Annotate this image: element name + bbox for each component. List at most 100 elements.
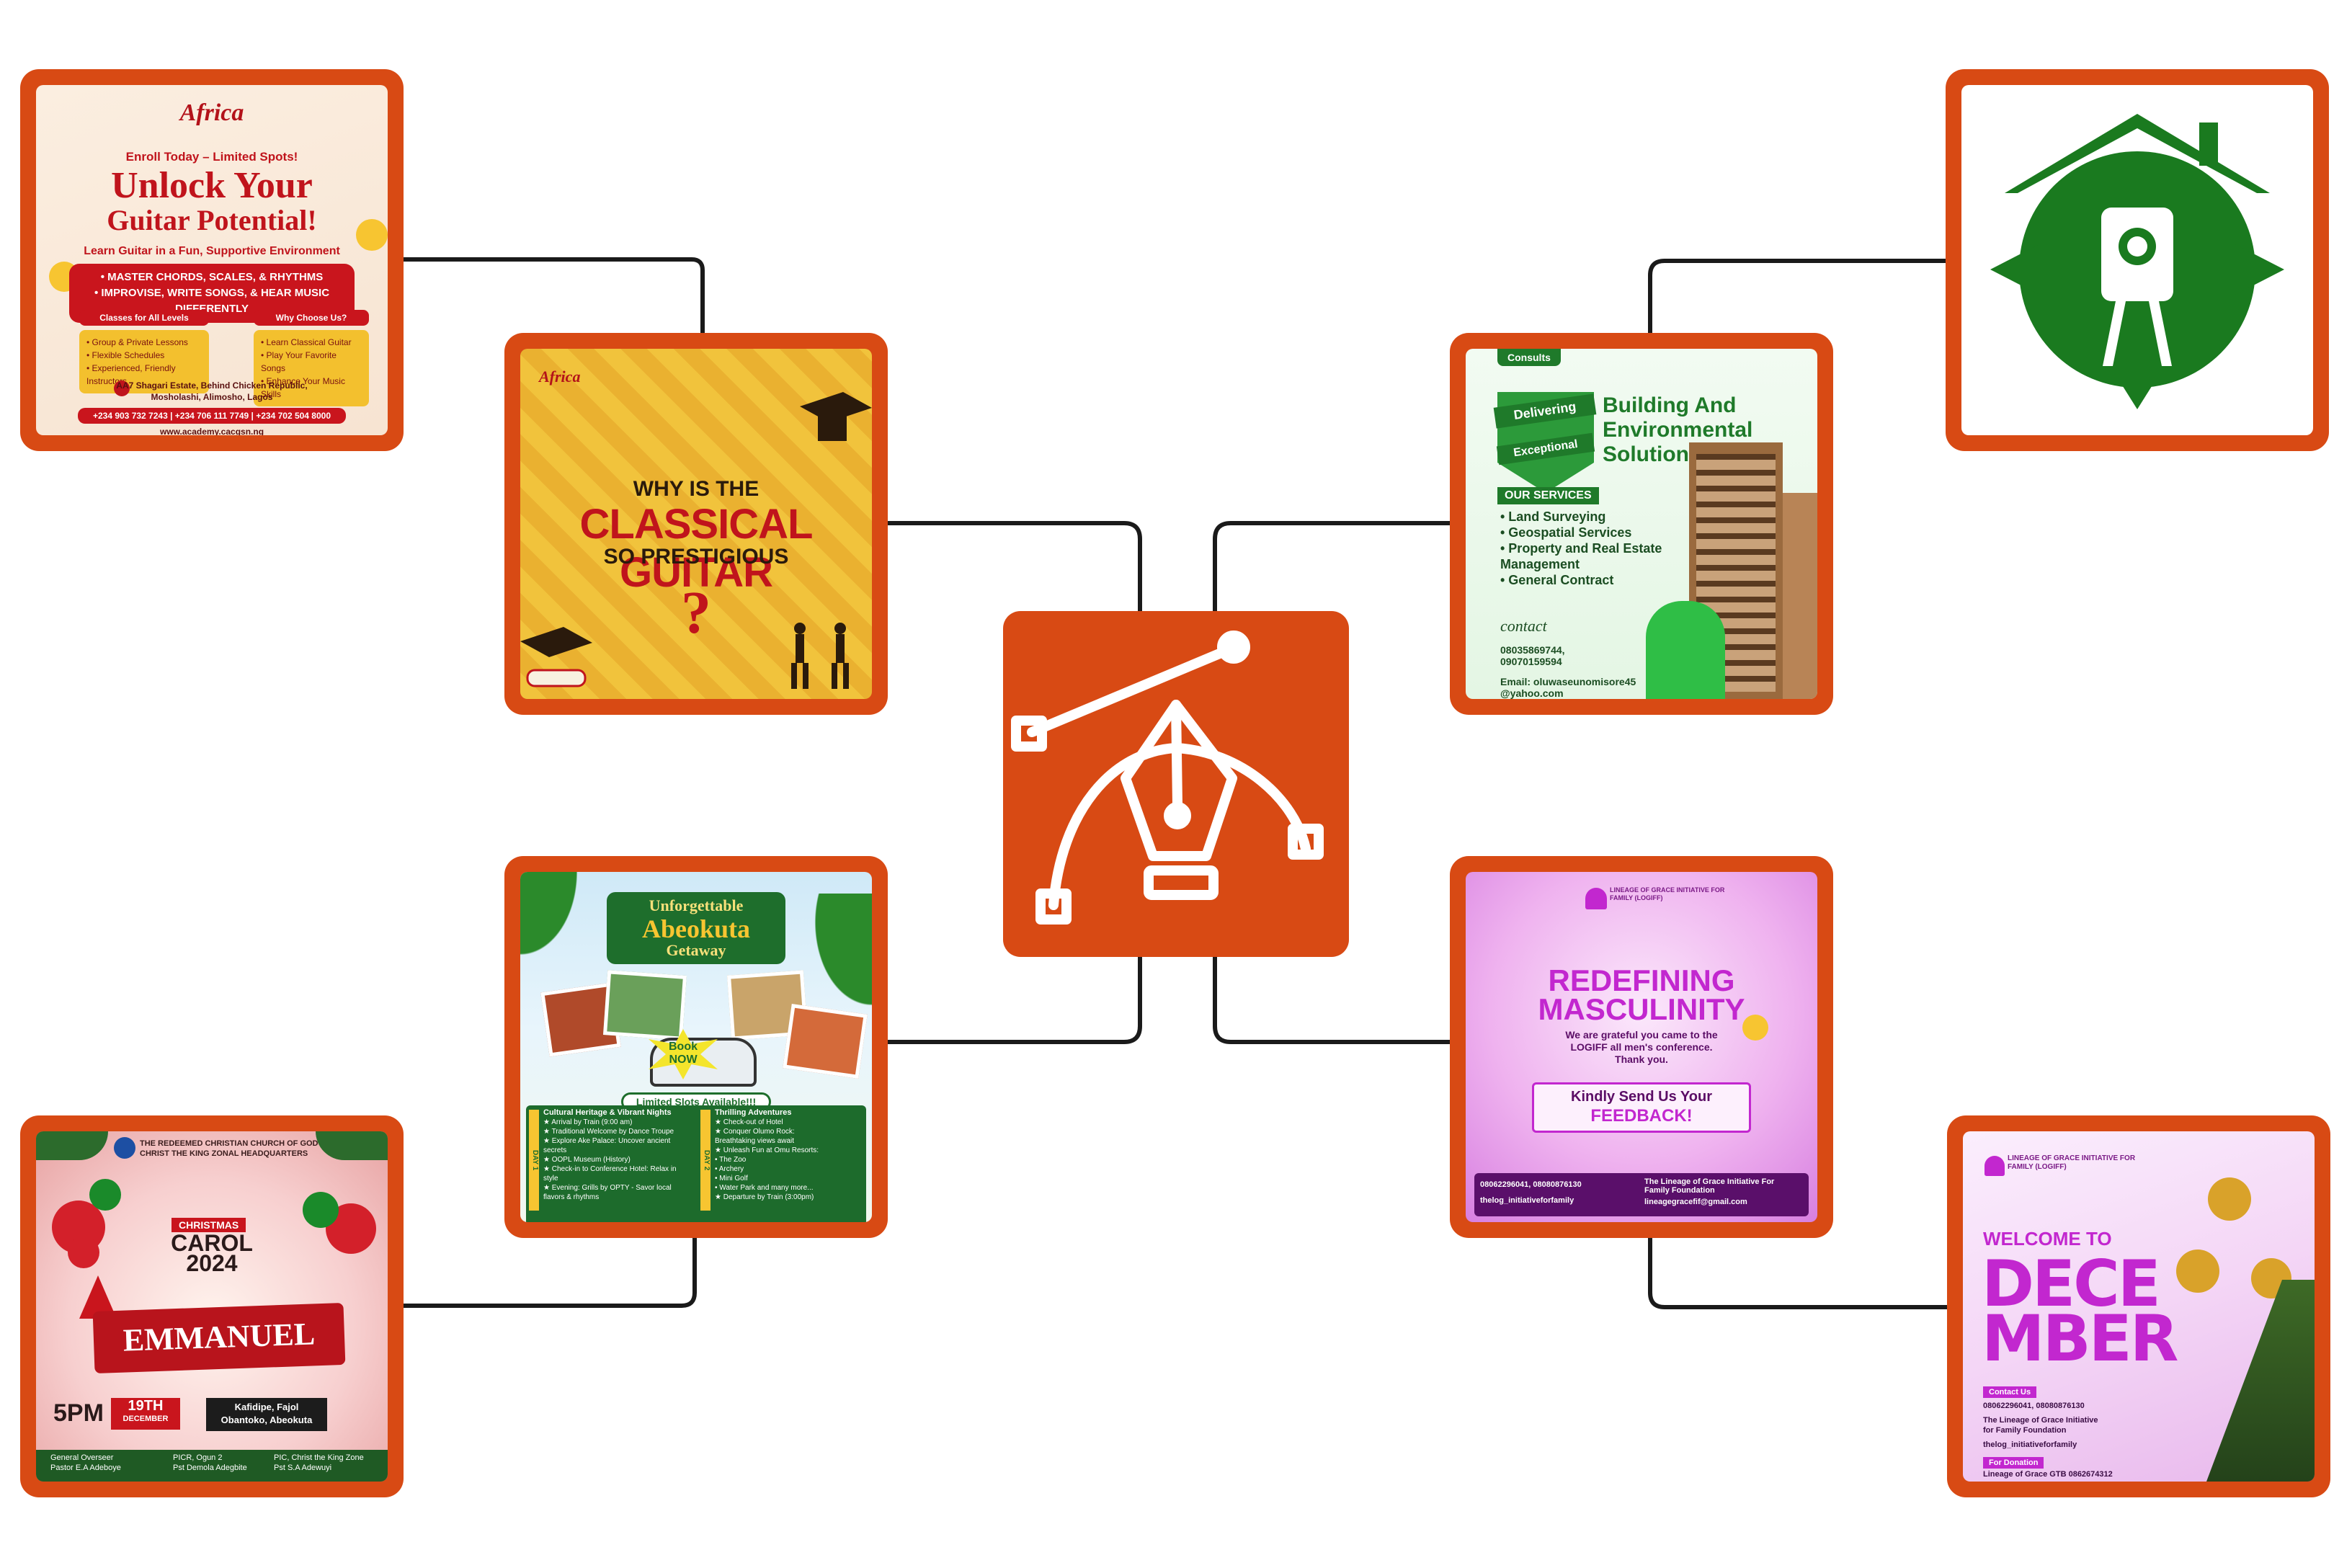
phone-numbers: +234 903 732 7243 | +234 706 111 7749 | … [78,408,346,424]
website: www.academy.cacgsn.ng [159,427,264,435]
instagram-handle: thelog_initiativeforfamily [1983,1440,2077,1449]
phone-numbers: 08062296041, 08080876130 [1480,1180,1582,1189]
facebook-page-1: The Lineage of Grace Initiative [1983,1416,2098,1425]
list-item: ★ OOPL Museum (History) [543,1156,631,1164]
list-item: Management [1500,557,1580,571]
carol-year: 2024 [186,1250,238,1276]
list-item: • The Zoo [715,1156,747,1164]
contact-details: 08062296041, 08080876130 The Lineage of … [1983,1401,2098,1450]
december-flyer-card[interactable]: LINEAGE OF GRACE INITIATIVE FOR FAMILY (… [1947,1115,2330,1497]
list-item: ★ Arrival by Train (9:00 am) [543,1118,633,1126]
photo-4 [783,1004,868,1079]
classical-guitar-flyer-card[interactable]: Africa WHY IS THE CLASSICAL GUITAR SO PR… [504,333,888,715]
africa-logo: Africa [539,368,581,386]
list-item: flavors & rhythms [543,1193,600,1201]
phone-numbers: 08062296041, 08080876130 [1983,1402,2085,1410]
day1-column: Cultural Heritage & Vibrant Nights ★ Arr… [543,1108,695,1202]
pen-tool-hub[interactable] [1003,611,1349,957]
surveyor-image [1646,601,1725,699]
emoji-icon [1742,1015,1768,1041]
title-banner: Unforgettable Abeokuta Getaway [607,892,785,964]
day1-title: Cultural Heritage & Vibrant Nights [543,1108,672,1117]
list-item: • Land Surveying [1500,509,1606,524]
dancers-icon [791,623,849,689]
company-tag: Consults [1497,349,1561,366]
why-label: Why Choose Us? [254,310,369,326]
contact-details: 08035869744, 09070159594 Email: oluwaseu… [1500,644,1636,699]
december-line2: MBER [1982,1301,2179,1376]
feedback-cta-line1: Kindly Send Us Your [1571,1089,1712,1105]
title-line2: Abeokuta [641,914,751,943]
event-venue: Kafidipe, Fajol Obantoko, Abeokuta [206,1398,327,1431]
enroll-text: Enroll Today – Limited Spots! [125,150,298,164]
email-1: Email: oluwaseunomisore45 [1500,676,1636,687]
connector-christmas [398,1232,697,1308]
phone-1: 08035869744, [1500,644,1565,656]
connector-december [1648,1232,1947,1309]
connector-classical [888,521,1142,611]
signatory-1: General Overseer Pastor E.A Adeboye [50,1453,121,1472]
guitar-lessons-flyer-card[interactable]: Africa Enroll Today – Limited Spots! Unl… [20,69,404,451]
day2-label: DAY 2 [700,1110,710,1211]
ornament-icon [89,1179,121,1211]
church-logo-icon [114,1137,135,1159]
donation-details: Lineage of Grace GTB 0862674312 [1983,1470,2113,1479]
theme-banner: EMMANUEL [92,1302,346,1374]
theme-text: EMMANUEL [122,1316,316,1358]
facebook-page-2: for Family Foundation [1983,1426,2067,1435]
event-time: 5PM [53,1399,104,1427]
connector-logo [1648,259,1946,333]
list-item: style [543,1175,558,1182]
building-solutions-flyer-card[interactable]: Consults Delivering Exceptional Building… [1450,333,1833,715]
church-name: THE REDEEMED CHRISTIAN CHURCH OF GOD CHR… [140,1139,318,1158]
masculinity-flyer-card[interactable]: LINEAGE OF GRACE INITIATIVE FOR FAMILY (… [1450,856,1833,1238]
headline-line3: SO PRESTIGIOUS [603,545,789,569]
abeokuta-getaway-flyer-card[interactable]: Unforgettable Abeokuta Getaway Book NOW … [504,856,888,1238]
list-item: • Flexible Schedules [86,350,165,360]
list-item: • Water Park and many more... [715,1184,814,1192]
list-item: ★ Traditional Welcome by Dance Troupe [543,1128,674,1136]
book-now[interactable]: Book NOW [649,1041,718,1066]
diploma-icon [520,627,592,687]
contact-label: Contact Us [1983,1386,2037,1398]
feedback-cta-line2: FEEDBACK! [1590,1106,1693,1126]
address-line2: Mosholashi, Alimosho, Lagos [151,392,273,402]
pine-right [316,1131,388,1160]
thanks-line2: LOGIFF all men's conference. [1570,1041,1713,1053]
heart-logo-icon [1585,888,1607,909]
christmas-carol-flyer-card[interactable]: THE REDEEMED CHRISTIAN CHURCH OF GOD CHR… [20,1115,404,1497]
title-line2: Environmental [1603,418,1753,442]
headline-line2: Guitar Potential! [107,204,317,236]
list-item: Breathtaking views await [715,1137,795,1145]
photo-2 [602,970,687,1041]
list-item: secrets [543,1146,567,1154]
graduation-cap-icon [800,392,872,441]
list-item: ★ Unleash Fun at Omu Resorts: [715,1146,819,1154]
december-flyer: LINEAGE OF GRACE INITIATIVE FOR FAMILY (… [1963,1131,2315,1482]
list-item: ★ Check-out of Hotel [715,1118,783,1126]
list-item: ★ Departure by Train (3:00pm) [715,1193,814,1201]
org-name: LINEAGE OF GRACE INITIATIVE FOR FAMILY (… [2008,1154,2136,1171]
palm-leaves-left [520,872,600,987]
itinerary-panel: DAY 1 Cultural Heritage & Vibrant Nights… [526,1105,866,1222]
pen-tool-icon [1011,631,1324,925]
building-image-side [1783,493,1817,699]
ornament-icon [2208,1177,2251,1221]
email: lineagegracefif@gmail.com [1644,1198,1747,1206]
title-line3: Getaway [666,941,726,959]
pine-left [36,1131,108,1160]
classical-guitar-flyer: Africa WHY IS THE CLASSICAL GUITAR SO PR… [520,349,872,699]
feedback-button[interactable]: Kindly Send Us Your FEEDBACK! [1532,1082,1751,1133]
services-list: • Land Surveying • Geospatial Services •… [1500,509,1662,588]
list-item: • Archery [715,1165,744,1173]
instagram-handle: thelog_initiativeforfamily [1480,1196,1574,1205]
surveying-logo-card[interactable] [1946,69,2329,451]
email-2: @yahoo.com [1500,687,1564,699]
heart-logo-icon [1984,1156,2005,1176]
org-name: LINEAGE OF GRACE INITIATIVE FOR FAMILY (… [1610,886,1725,901]
list-item: • Play Your Favorite Songs [261,350,337,373]
day2-column: Thrilling Adventures ★ Check-out of Hote… [715,1108,866,1202]
tagline: Learn Guitar in a Fun, Supportive Enviro… [84,245,340,257]
title-line1: Unforgettable [649,896,744,914]
connector-building [1213,521,1456,611]
